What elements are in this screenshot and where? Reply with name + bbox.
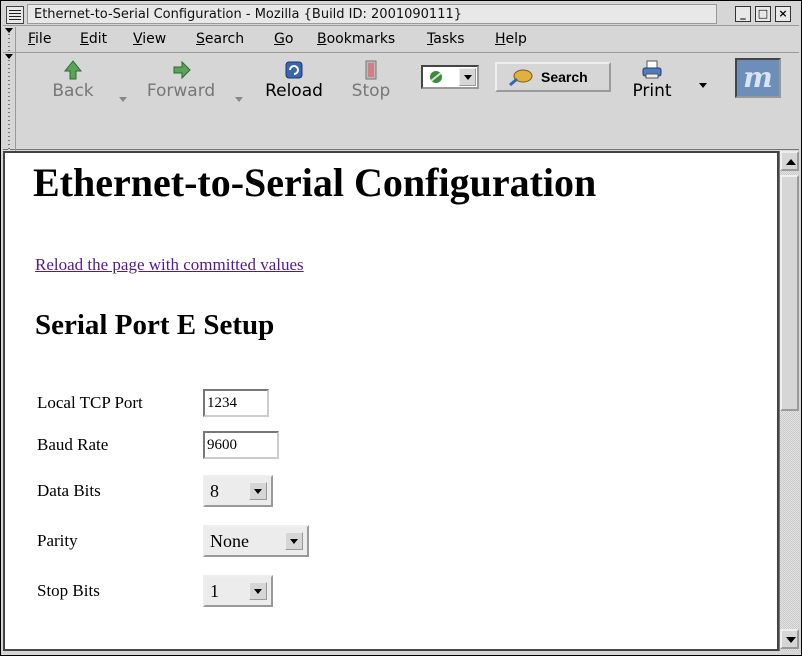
section-heading: Serial Port E Setup (35, 309, 275, 341)
print-dropdown-icon[interactable] (699, 83, 707, 88)
scroll-down-icon[interactable] (780, 629, 799, 649)
parity-select[interactable]: None (203, 525, 309, 557)
page-heading: Ethernet-to-Serial Configuration (33, 160, 597, 205)
chevron-down-icon (249, 482, 267, 500)
menu-bar: File Edit View Search Go Bookmarks Tasks… (3, 27, 799, 53)
parity-value: None (210, 531, 249, 551)
stop-bits-label: Stop Bits (37, 581, 100, 600)
back-dropdown-icon[interactable] (119, 97, 127, 102)
search-label: Search (541, 69, 588, 85)
vertical-scrollbar[interactable] (779, 151, 799, 651)
chevron-down-icon (249, 582, 267, 600)
forward-dropdown-icon[interactable] (235, 97, 243, 102)
reload-label: Reload (265, 81, 323, 101)
menu-search[interactable]: Search (196, 31, 244, 47)
scroll-up-icon[interactable] (780, 151, 799, 171)
menu-edit[interactable]: Edit (80, 31, 107, 47)
back-label: Back (52, 81, 94, 101)
toolbar-grip-icon[interactable] (3, 53, 16, 153)
printer-icon (642, 60, 662, 79)
window-title: Ethernet-to-Serial Configuration - Mozil… (27, 4, 717, 24)
forward-arrow-icon (173, 60, 191, 80)
menu-view[interactable]: View (133, 31, 166, 47)
menu-file[interactable]: File (28, 31, 51, 47)
tcp-port-label: Local TCP Port (37, 393, 143, 412)
print-label: Print (632, 81, 672, 101)
search-icon (509, 69, 533, 87)
close-icon[interactable]: × (775, 6, 791, 22)
parity-label: Parity (37, 531, 78, 550)
menu-go[interactable]: Go (274, 31, 293, 47)
baud-rate-label: Baud Rate (37, 435, 109, 454)
reload-icon (285, 61, 303, 79)
mozilla-logo[interactable]: m (735, 58, 781, 98)
back-arrow-icon (63, 60, 83, 80)
stop-bits-select[interactable]: 1 (203, 575, 273, 607)
scrollbar-thumb[interactable] (780, 175, 799, 411)
data-bits-select[interactable]: 8 (203, 475, 273, 507)
menu-help[interactable]: Help (495, 31, 527, 47)
menu-tasks[interactable]: Tasks (427, 31, 465, 47)
forward-label: Forward (146, 81, 216, 101)
menu-bookmarks[interactable]: Bookmarks (317, 31, 395, 47)
minimize-icon[interactable]: _ (735, 6, 751, 22)
maximize-icon[interactable]: □ (755, 6, 771, 22)
browser-window: Ethernet-to-Serial Configuration - Mozil… (0, 0, 802, 656)
menubar-grip-icon[interactable] (3, 27, 16, 52)
page-viewport: Ethernet-to-Serial Configuration Reload … (3, 151, 779, 651)
reload-committed-link[interactable]: Reload the page with committed values (35, 255, 304, 275)
search-engine-icon (430, 71, 442, 83)
chevron-down-icon (285, 532, 303, 550)
tcp-port-input[interactable]: 1234 (203, 389, 269, 417)
stop-bits-value: 1 (210, 581, 219, 601)
search-engine-selector[interactable] (421, 65, 479, 89)
data-bits-label: Data Bits (37, 481, 101, 500)
window-menu-icon[interactable] (6, 6, 24, 24)
search-button[interactable]: Search (495, 62, 611, 92)
navigation-toolbar: Back Forward Reload Stop Search Print m (3, 53, 799, 153)
baud-rate-input[interactable]: 9600 (203, 431, 279, 459)
stop-icon (365, 60, 377, 80)
title-bar[interactable]: Ethernet-to-Serial Configuration - Mozil… (3, 3, 799, 26)
data-bits-value: 8 (210, 481, 219, 501)
stop-label: Stop (351, 81, 391, 101)
combo-dropdown-icon[interactable] (459, 68, 476, 86)
